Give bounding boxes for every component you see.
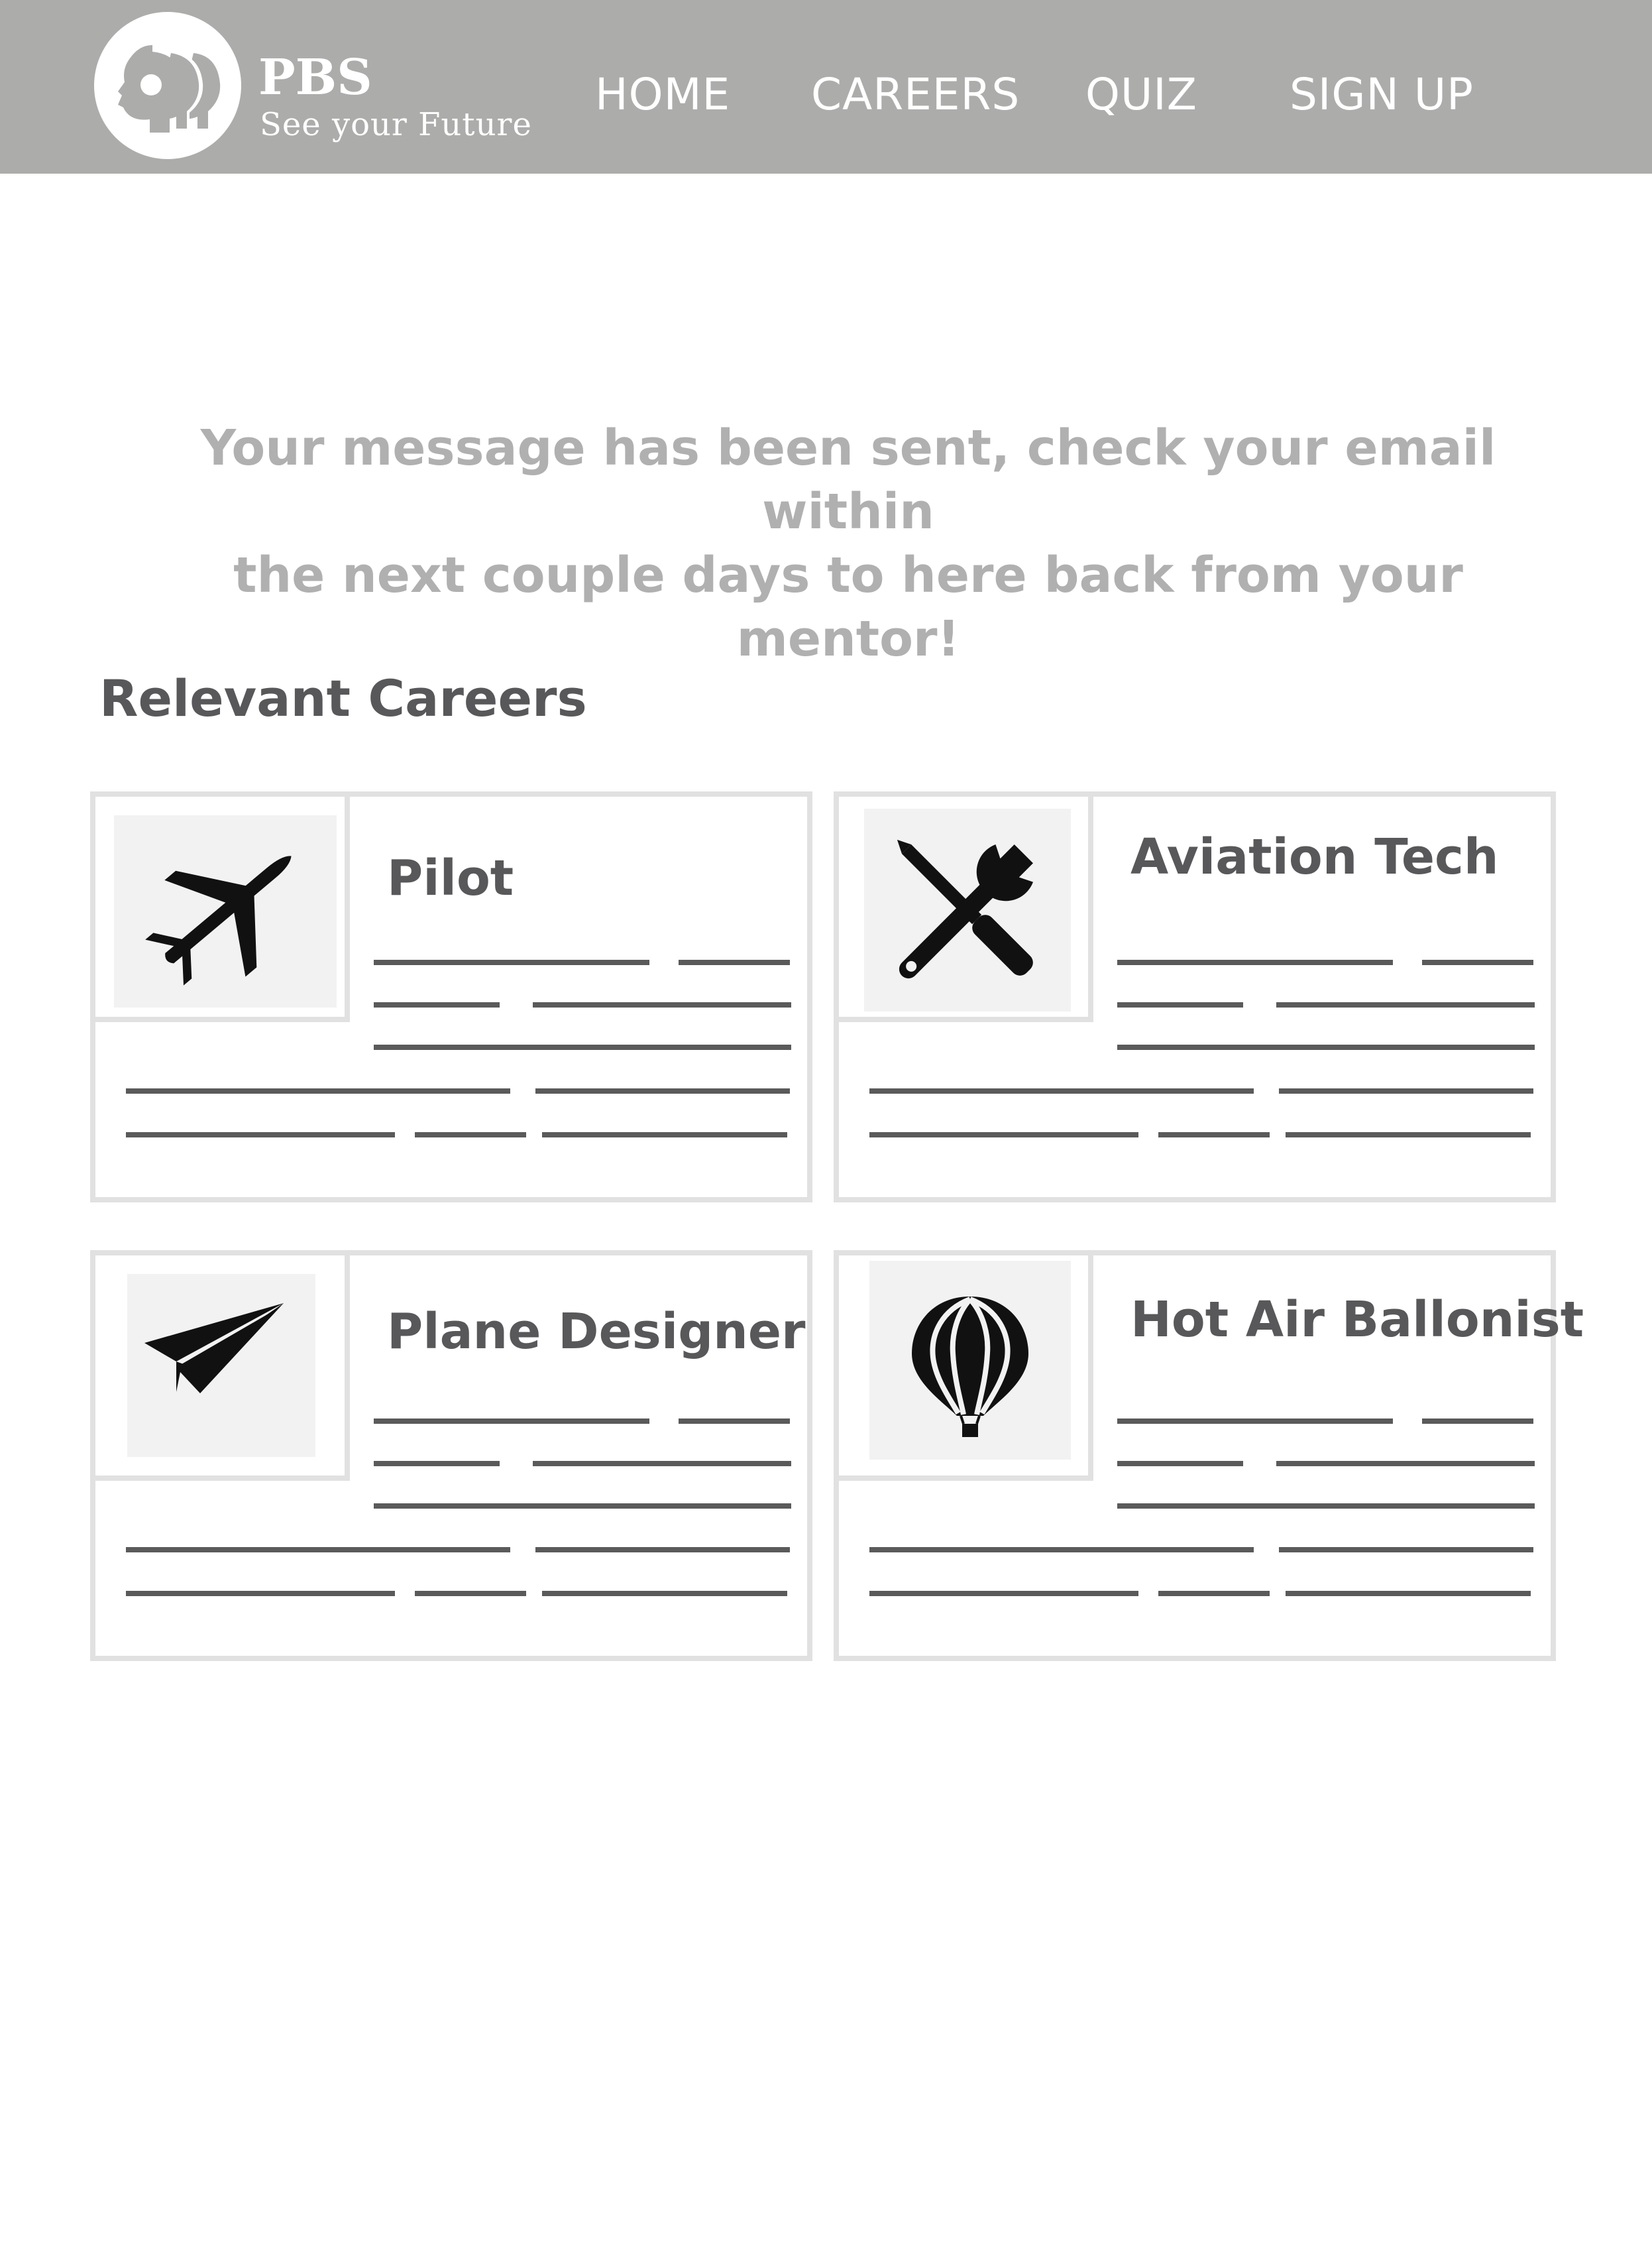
text-placeholder-line (126, 1088, 510, 1094)
site-header: PBS See your Future HOME CAREERS QUIZ SI… (0, 0, 1652, 174)
text-placeholder-line (126, 1132, 395, 1137)
text-placeholder-line (869, 1132, 1138, 1137)
icon-frame (95, 1255, 350, 1481)
icon-frame (839, 797, 1093, 1022)
text-placeholder-line (1422, 960, 1533, 965)
text-placeholder-line (1117, 1461, 1243, 1466)
text-placeholder-line (869, 1088, 1254, 1094)
text-placeholder-line (1286, 1591, 1531, 1596)
text-placeholder-line (869, 1547, 1254, 1552)
text-placeholder-line (535, 1088, 790, 1094)
nav-careers[interactable]: CAREERS (811, 73, 1020, 117)
text-placeholder-line (415, 1591, 526, 1596)
career-title-plane-designer: Plane Designer (387, 1303, 806, 1360)
text-placeholder-line (1279, 1088, 1533, 1094)
brand-tagline: See your Future (260, 106, 532, 143)
icon-frame (839, 1255, 1093, 1481)
hot-air-balloon-icon (869, 1261, 1071, 1460)
text-placeholder-line (1117, 1002, 1243, 1008)
career-title-hot-air-ballonist: Hot Air Ballonist (1130, 1291, 1584, 1348)
confirmation-message: Your message has been sent, check your e… (119, 416, 1577, 671)
airplane-icon (114, 815, 337, 1008)
text-placeholder-line (1276, 1461, 1535, 1466)
icon-frame (95, 797, 350, 1022)
text-placeholder-line (415, 1132, 526, 1137)
paper-plane-icon (127, 1274, 315, 1457)
text-placeholder-line (374, 1503, 791, 1509)
text-placeholder-line (542, 1591, 787, 1596)
text-placeholder-line (374, 1418, 649, 1424)
text-placeholder-line (679, 1418, 790, 1424)
text-placeholder-line (1422, 1418, 1533, 1424)
career-card-hot-air-ballonist[interactable]: Hot Air Ballonist (834, 1250, 1584, 1661)
career-card-aviation-tech[interactable]: Aviation Tech (834, 791, 1556, 1202)
nav-sign-up[interactable]: SIGN UP (1290, 73, 1474, 117)
text-placeholder-line (533, 1461, 791, 1466)
text-placeholder-line (1117, 1045, 1535, 1050)
text-placeholder-line (1158, 1591, 1270, 1596)
text-placeholder-line (1117, 1503, 1535, 1509)
text-placeholder-line (374, 1461, 500, 1466)
pbs-logo-icon[interactable] (94, 12, 241, 159)
text-placeholder-line (679, 960, 790, 965)
text-placeholder-line (869, 1591, 1138, 1596)
career-card-plane-designer[interactable]: Plane Designer (90, 1250, 812, 1661)
text-placeholder-line (1279, 1547, 1533, 1552)
text-placeholder-line (1286, 1132, 1531, 1137)
text-placeholder-line (126, 1547, 510, 1552)
nav-home[interactable]: HOME (595, 73, 730, 117)
wrench-screwdriver-icon (864, 809, 1071, 1012)
career-title-aviation-tech: Aviation Tech (1130, 829, 1499, 886)
text-placeholder-line (1117, 1418, 1393, 1424)
text-placeholder-line (1158, 1132, 1270, 1137)
career-title-pilot: Pilot (387, 850, 514, 907)
confirmation-line-2: the next couple days to here back from y… (233, 547, 1463, 667)
confirmation-line-1: Your message has been sent, check your e… (200, 420, 1496, 540)
text-placeholder-line (126, 1591, 395, 1596)
text-placeholder-line (374, 1002, 500, 1008)
text-placeholder-line (1276, 1002, 1535, 1008)
brand-name: PBS (258, 49, 372, 106)
nav-quiz[interactable]: QUIZ (1085, 73, 1197, 117)
text-placeholder-line (374, 960, 649, 965)
text-placeholder-line (374, 1045, 791, 1050)
text-placeholder-line (1117, 960, 1393, 965)
text-placeholder-line (542, 1132, 787, 1137)
text-placeholder-line (535, 1547, 790, 1552)
text-placeholder-line (533, 1002, 791, 1008)
career-card-pilot[interactable]: Pilot (90, 791, 812, 1202)
relevant-careers-heading: Relevant Careers (99, 669, 587, 728)
